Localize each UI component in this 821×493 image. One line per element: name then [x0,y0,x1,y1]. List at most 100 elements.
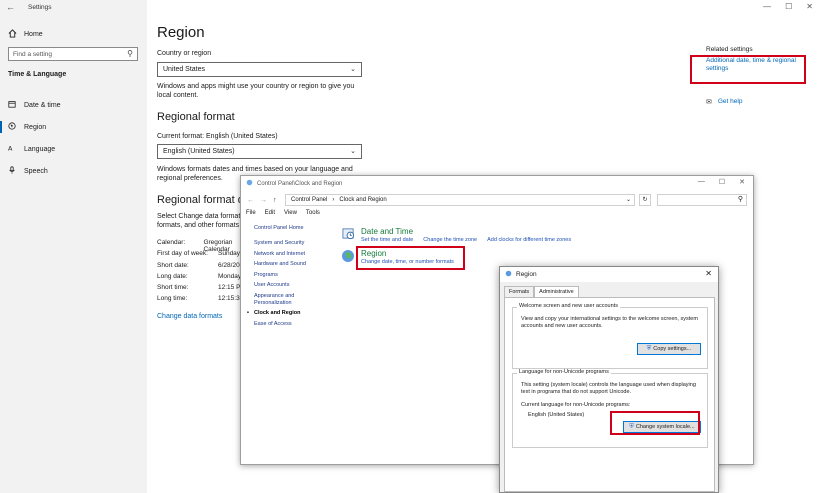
date-time-icon [341,227,355,241]
cp-side-item[interactable]: Hardware and Sound [254,261,314,268]
format-value: English (United States) [163,148,235,155]
dialog-tabs: Formats Administrative [504,286,579,297]
sidebar-item-language[interactable]: A Language [0,138,147,160]
date-time-title[interactable]: Date and Time [361,227,571,236]
highlight-box [356,246,465,270]
cp-search-input[interactable]: ⚲ [657,194,747,206]
search-icon: ⚲ [737,196,743,203]
sidebar-section-title: Time & Language [8,71,67,78]
calendar-icon [8,100,16,110]
dialog-title: Region [516,271,537,278]
cp-side-item[interactable]: Ease of Access [254,321,314,328]
menu-file[interactable]: File [246,210,256,216]
cp-maximize-button[interactable]: ☐ [719,178,725,186]
current-language-label: Current language for non-Unicode program… [521,402,631,408]
date-time-category: Date and Time Set the time and date Chan… [341,227,571,243]
copy-settings-button[interactable]: ⛨ Copy settings... [637,343,701,355]
globe-icon [341,249,355,263]
unicode-group-label: Language for non-Unicode programs [517,369,611,375]
cp-close-button[interactable]: ✕ [739,178,745,186]
sidebar-item-region[interactable]: Region [0,116,147,138]
cp-sidebar: Control Panel Home System and Security N… [247,225,314,328]
get-help-link[interactable]: ✉ Get help [706,98,742,106]
shield-icon: ⛨ [646,345,652,352]
cp-title: Control Panel\Clock and Region [257,180,343,187]
highlight-box [610,411,700,435]
current-format-label: Current format: English (United States) [157,133,278,140]
tab-formats[interactable]: Formats [504,286,535,297]
menu-tools[interactable]: Tools [306,210,320,216]
cp-side-item[interactable]: Programs [254,272,314,279]
maximize-button[interactable]: ☐ [785,2,792,11]
region-icon [8,122,16,132]
cp-side-item[interactable]: System and Security [254,240,314,247]
country-dropdown[interactable]: United States ⌄ [157,62,362,77]
related-settings-title: Related settings [706,46,753,53]
path-segment[interactable]: Clock and Region [339,197,386,203]
welcome-group: Welcome screen and new user accounts Vie… [512,303,708,369]
welcome-text: View and copy your international setting… [521,316,698,329]
cp-titlebar: Control Panel\Clock and Region [241,176,753,191]
sidebar-item-label: Date & time [24,101,61,109]
cp-side-item-current[interactable]: Clock and Region [247,310,314,317]
forward-icon[interactable]: → [260,197,267,204]
dialog-titlebar: Region [500,267,718,282]
chevron-down-icon[interactable]: ⌄ [626,196,631,203]
cp-side-item[interactable]: Network and Internet [254,251,314,258]
window-title: Settings [28,4,52,11]
home-icon [8,29,17,40]
format-row: Long time: 12:15:35 [157,295,244,303]
page-title: Region [157,24,205,41]
find-setting-placeholder: Find a setting [13,51,53,58]
dialog-body: Welcome screen and new user accounts Vie… [504,297,715,492]
region-dialog: Region ✕ Formats Administrative Welcome … [499,266,719,493]
back-arrow-icon[interactable]: ← [6,2,15,12]
sidebar-item-date-time[interactable]: Date & time [0,94,147,116]
country-description: Windows and apps might use your country … [157,83,355,99]
sidebar-item-speech[interactable]: Speech [0,160,147,182]
cp-address-bar: ← → ↑ Control Panel › Clock and Region ⌄… [241,192,753,208]
help-icon: ✉ [706,99,712,106]
cp-menu-bar: File Edit View Tools [246,210,320,216]
format-row: Calendar: Gregorian Calendar [157,239,233,253]
back-icon[interactable]: ← [247,197,254,204]
sidebar-item-label: Speech [24,167,48,175]
home-nav-item[interactable]: Home [8,29,43,40]
country-value: United States [163,66,206,73]
microphone-icon [8,166,16,176]
up-icon[interactable]: ↑ [273,197,277,204]
format-row: Long date: Monday [157,272,242,280]
cp-side-item[interactable]: User Accounts [254,282,314,289]
sidebar-item-label: Region [24,123,47,131]
chevron-down-icon: ⌄ [350,66,356,73]
globe-icon [505,270,512,279]
welcome-group-label: Welcome screen and new user accounts [517,303,620,309]
minimize-button[interactable]: — [763,2,771,11]
chevron-down-icon: ⌄ [350,148,356,155]
menu-view[interactable]: View [284,210,297,216]
add-clocks-link[interactable]: Add clocks for different time zones [487,237,571,243]
menu-edit[interactable]: Edit [265,210,275,216]
country-label: Country or region [157,50,212,57]
dialog-close-button[interactable]: ✕ [705,269,712,278]
get-help-label: Get help [717,98,743,105]
home-label: Home [24,31,43,38]
cp-path-input[interactable]: Control Panel › Clock and Region ⌄ [285,194,635,206]
format-row: Short time: 12:15 PM [157,284,246,292]
tab-administrative[interactable]: Administrative [534,286,579,297]
refresh-icon[interactable]: ↻ [639,194,651,206]
format-dropdown[interactable]: English (United States) ⌄ [157,144,362,159]
search-icon: ⚲ [127,49,133,58]
close-button[interactable]: ✕ [806,2,813,11]
cp-home-link[interactable]: Control Panel Home [254,225,314,232]
format-row: First day of week: Sunday [157,250,241,258]
cp-minimize-button[interactable]: — [698,178,705,186]
time-zone-link[interactable]: Change the time zone [423,237,477,243]
cp-side-item[interactable]: Appearance and Personalization [254,293,314,307]
path-segment[interactable]: Control Panel [291,197,327,203]
find-setting-input[interactable]: Find a setting ⚲ [8,47,138,61]
settings-titlebar: ← Settings — ☐ ✕ [0,0,821,16]
set-time-link[interactable]: Set the time and date [361,237,413,243]
language-icon: A [8,144,16,154]
change-data-formats-link[interactable]: Change data formats [157,313,222,320]
